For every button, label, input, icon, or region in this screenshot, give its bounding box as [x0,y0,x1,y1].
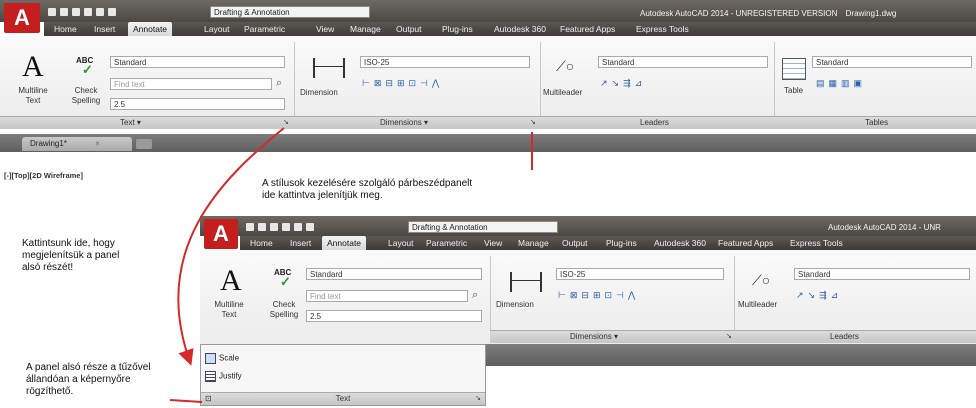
annotation-arrows [169,127,533,403]
arrow-to-pin [169,399,203,403]
arrow-to-text-panel [177,127,285,366]
